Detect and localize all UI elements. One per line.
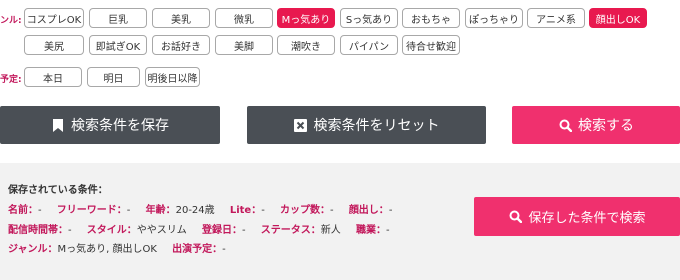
schedule-chip-after-tomorrow[interactable]: 明後日以降	[145, 67, 200, 87]
cond-key-name: 名前：	[8, 205, 38, 216]
cond-value-age: 20-24歳	[175, 205, 215, 216]
search-with-saved-label: 保存した条件で検索	[528, 211, 646, 226]
cond-key-style: スタイル：	[86, 225, 137, 236]
genre-chip-toys[interactable]: おもちゃ	[402, 8, 460, 28]
cond-value-freeword: -	[126, 205, 131, 216]
cond-value-job: -	[385, 225, 390, 236]
save-conditions-button[interactable]: 検索条件を保存	[0, 106, 220, 144]
genre-chip-shaved[interactable]: パイパン	[340, 35, 398, 55]
cond-value-style: ややスリム	[136, 225, 187, 236]
cond-value-lite: -	[261, 205, 265, 216]
cond-value-schedule: -	[222, 244, 226, 255]
genre-chip-small-breasts[interactable]: 微乳	[215, 8, 273, 28]
genre-chip-s-type[interactable]: Sっ気あり	[340, 8, 398, 28]
saved-conditions-line-1: 名前：- フリーワード：- 年齢：20-24歳 Lite：- カップ数：- 顔出…	[8, 201, 404, 216]
saved-conditions-line-3: ジャンル：Mっ気あり, 顔出しOK 出演予定：-	[8, 240, 238, 255]
schedule-label: 予定:	[0, 75, 22, 85]
cond-key-status: ステータス：	[260, 225, 321, 236]
genre-chip-m-type[interactable]: Mっ気あり	[277, 8, 335, 28]
reset-conditions-button[interactable]: 検索条件をリセット	[247, 106, 486, 144]
cond-key-face: 顔出し：	[348, 205, 389, 216]
genre-chip-talkative[interactable]: お話好き	[152, 35, 210, 55]
close-box-icon	[294, 118, 308, 132]
genre-label: ンル:	[0, 16, 22, 26]
cond-key-job: 職業：	[355, 225, 386, 236]
genre-chip-meetup-welcome[interactable]: 待合せ歓迎	[402, 35, 460, 55]
search-with-saved-button[interactable]: 保存した条件で検索	[474, 197, 680, 236]
genre-chip-big-breasts[interactable]: 巨乳	[89, 8, 147, 28]
cond-value-status: 新人	[320, 225, 341, 236]
cond-value-name: -	[38, 205, 42, 216]
genre-chip-instant-ok[interactable]: 即試ぎOK	[89, 35, 147, 55]
genre-chip-chubby[interactable]: ぽっちゃり	[465, 8, 523, 28]
bookmark-icon	[51, 118, 65, 132]
cond-value-face: -	[388, 205, 393, 216]
cond-key-registered: 登録日：	[201, 225, 242, 236]
reset-conditions-label: 検索条件をリセット	[313, 118, 440, 134]
cond-key-schedule: 出演予定：	[172, 244, 223, 255]
saved-conditions-title: 保存されている条件：	[8, 185, 108, 196]
cond-value-cup: -	[330, 205, 334, 216]
genre-chip-beautiful-breasts[interactable]: 美乳	[152, 8, 210, 28]
cond-value-genre: Mっ気あり, 顔出しOK	[57, 244, 157, 255]
search-button[interactable]: 検索する	[512, 106, 680, 144]
cond-key-genre: ジャンル：	[8, 244, 58, 255]
search-button-label: 検索する	[578, 118, 634, 134]
search-icon	[558, 118, 572, 132]
cond-key-lite: Lite：	[229, 205, 262, 216]
cond-key-cup: カップ数：	[280, 205, 331, 216]
cond-value-registered: -	[241, 225, 246, 236]
schedule-chip-today[interactable]: 本日	[24, 67, 82, 87]
cond-key-time: 配信時間帯：	[8, 225, 68, 236]
genre-chip-beautiful-butt[interactable]: 美尻	[24, 35, 84, 55]
cond-key-freeword: フリーワード：	[56, 205, 127, 216]
cond-value-time: -	[68, 225, 72, 236]
cond-key-age: 年齢：	[145, 205, 176, 216]
genre-chip-anime[interactable]: アニメ系	[527, 8, 585, 28]
saved-conditions-line-2: 配信時間帯：- スタイル：ややスリム 登録日：- ステータス：新人 職業：-	[8, 221, 402, 236]
search-icon	[508, 210, 522, 224]
schedule-chip-tomorrow[interactable]: 明日	[87, 67, 140, 87]
genre-chip-cosplay[interactable]: コスプレOK	[24, 8, 84, 28]
genre-chip-squirt[interactable]: 潮吹き	[277, 35, 335, 55]
genre-chip-beautiful-legs[interactable]: 美脚	[215, 35, 273, 55]
genre-chip-face-ok[interactable]: 顔出しOK	[589, 8, 647, 28]
save-conditions-label: 検索条件を保存	[71, 118, 169, 134]
